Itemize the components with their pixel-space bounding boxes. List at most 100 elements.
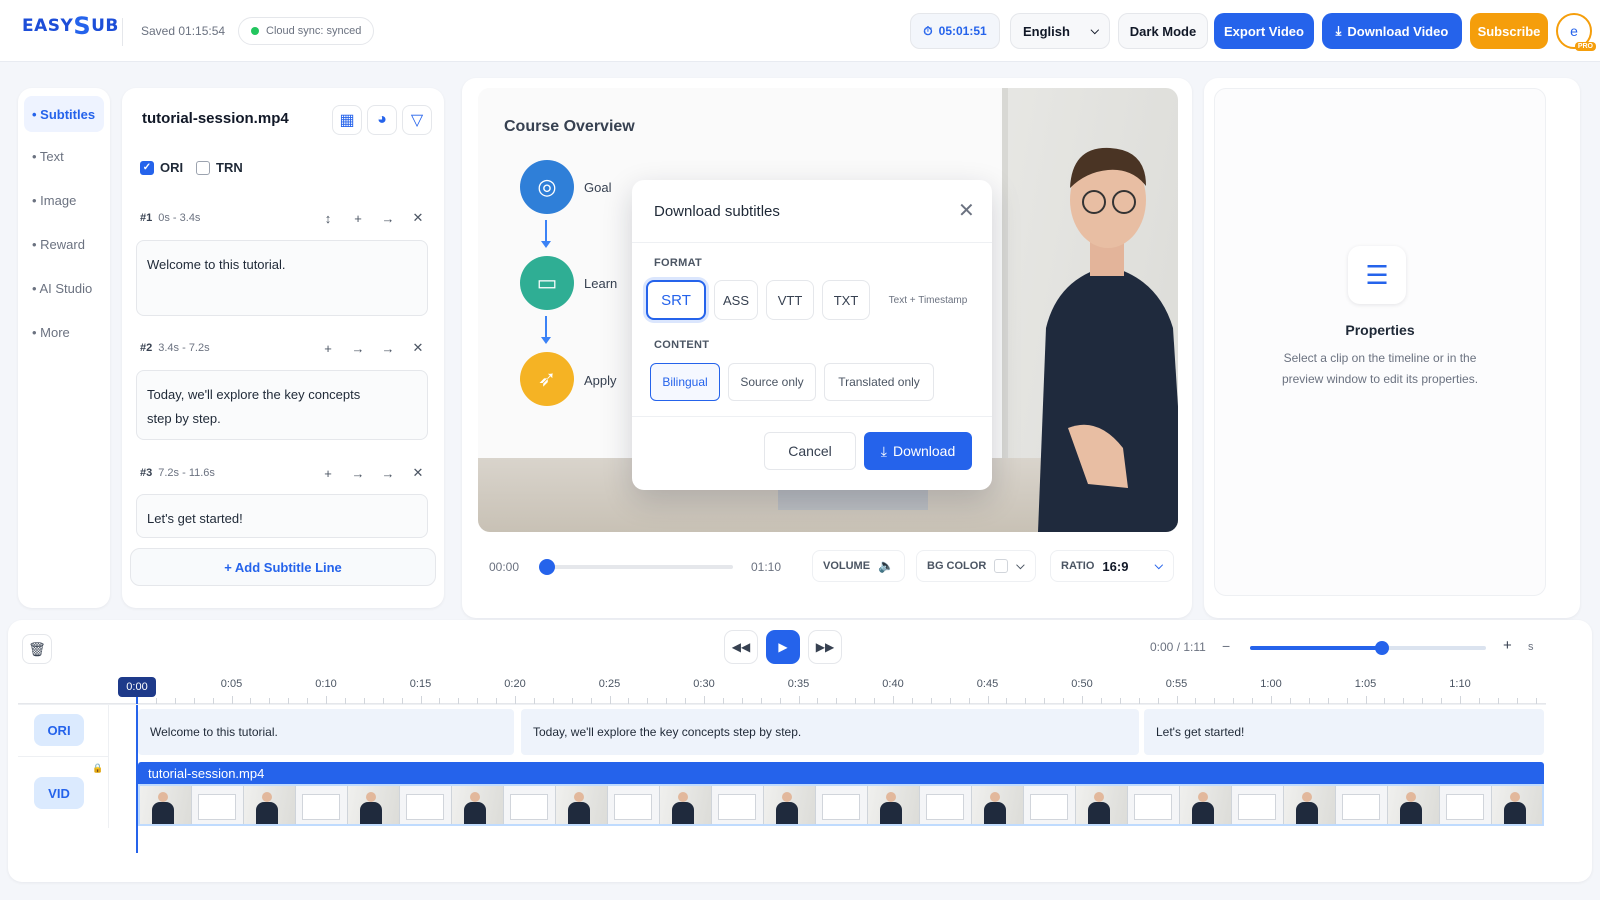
video-thumbnails[interactable] — [138, 784, 1544, 826]
step-label: Goal — [584, 180, 612, 195]
arrow-right-icon[interactable]: → — [376, 206, 400, 230]
move-icon[interactable]: ↕ — [316, 206, 340, 230]
chevron-down-icon: ⌵ — [1154, 559, 1163, 572]
content-translated-only[interactable]: Translated only — [824, 363, 934, 401]
track-label-column — [108, 704, 109, 828]
seek-slider[interactable] — [539, 559, 733, 575]
arrow-right-icon[interactable]: → — [346, 461, 370, 485]
arrow-right-icon[interactable]: → — [376, 461, 400, 485]
subtitle-segment[interactable]: Today, we'll explore the key concepts st… — [521, 709, 1139, 755]
rewind-button[interactable]: ◀◀ — [724, 630, 758, 664]
ruler-tick — [1176, 696, 1178, 704]
subtitle-text-field[interactable]: Let's get started! — [136, 494, 428, 538]
easysub-logo[interactable]: EASYSUB — [22, 14, 119, 38]
line-number: #3 — [140, 467, 153, 479]
user-avatar[interactable]: e PRO — [1556, 13, 1596, 51]
track-divider — [18, 756, 108, 757]
trn-checkbox[interactable]: TRN — [196, 160, 243, 175]
ruler-tick — [420, 696, 422, 704]
ratio-control[interactable]: RATIO 16:9 ⌵ — [1050, 550, 1174, 582]
palette-icon[interactable]: ◕ — [367, 105, 397, 135]
format-vtt[interactable]: VTT — [766, 280, 814, 320]
subtitle-text-field[interactable]: Today, we'll explore the key concepts st… — [136, 370, 428, 440]
subtitle-segment[interactable]: Welcome to this tutorial. — [138, 709, 514, 755]
ruler-tick — [798, 696, 800, 704]
bg-color-label: BG COLOR — [927, 560, 987, 572]
content-bilingual[interactable]: Bilingual — [650, 363, 720, 401]
subtitle-text-field[interactable]: Welcome to this tutorial. — [136, 240, 428, 316]
video-thumbnail — [1492, 786, 1542, 824]
video-clip[interactable]: tutorial-session.mp4 — [138, 762, 1544, 784]
download-subtitles-dialog: Download subtitles ✕ FORMAT SRT ASS VTT … — [632, 180, 992, 490]
speaker-icon[interactable]: 🔈 — [878, 558, 894, 574]
video-thumbnail — [660, 786, 712, 824]
seek-knob[interactable] — [539, 559, 555, 575]
color-swatch[interactable] — [994, 559, 1009, 573]
close-icon[interactable]: ✕ — [958, 198, 975, 223]
close-icon[interactable]: ✕ — [406, 206, 430, 230]
download-icon: ⤓ — [1335, 23, 1342, 38]
slide-title: Course Overview — [504, 118, 635, 135]
video-thumbnail — [920, 786, 972, 824]
trash-icon[interactable]: 🗑 — [22, 634, 52, 664]
zoom-out-button[interactable]: − — [1222, 638, 1230, 654]
plus-icon[interactable]: + — [346, 206, 370, 230]
play-button[interactable]: ▶ — [766, 630, 800, 664]
track-label-vid[interactable]: VID — [34, 777, 84, 809]
format-text-timestamp[interactable]: Text + Timestamp — [878, 280, 978, 320]
cancel-button[interactable]: Cancel — [764, 432, 856, 470]
session-timer[interactable]: ⏱ 05:01:51 — [910, 13, 1000, 49]
plus-icon[interactable]: + — [316, 336, 340, 360]
time-ruler[interactable] — [18, 676, 1546, 704]
ruler-tick-label: 1:05 — [1354, 678, 1377, 690]
volume-control[interactable]: VOLUME 🔈 — [812, 550, 906, 582]
ruler-tick — [1271, 696, 1272, 704]
video-thumbnail — [1076, 786, 1128, 824]
grid-icon[interactable]: ▦ — [332, 105, 362, 135]
line-time: 7.2s - 11.6s — [158, 467, 215, 479]
subscribe-button[interactable]: Subscribe — [1470, 13, 1548, 49]
nav-item-ai-studio[interactable]: • AI Studio — [24, 270, 104, 306]
download-button[interactable]: ⤓ Download — [864, 432, 972, 470]
arrow-right-icon[interactable]: → — [346, 336, 370, 360]
ruler-tick-label: 0:15 — [409, 678, 432, 690]
playhead[interactable]: 0:00 — [118, 677, 156, 697]
subtitle-segment[interactable]: Let's get started! — [1144, 709, 1544, 755]
dark-mode-button[interactable]: Dark Mode — [1118, 13, 1208, 49]
bg-color-control[interactable]: BG COLOR ⌵ — [916, 550, 1036, 582]
content-source-only[interactable]: Source only — [728, 363, 816, 401]
lock-icon[interactable]: 🔒 — [92, 763, 103, 774]
nav-item-more[interactable]: • More — [24, 314, 104, 350]
sliders-icon: ☰ — [1348, 246, 1406, 304]
nav-item-text[interactable]: • Text — [24, 138, 104, 174]
format-srt[interactable]: SRT — [646, 280, 706, 320]
add-subtitle-line-button[interactable]: + Add Subtitle Line — [130, 548, 436, 586]
close-icon[interactable]: ✕ — [406, 336, 430, 360]
forward-button[interactable]: ▶▶ — [808, 630, 842, 664]
language-select[interactable]: English ⌵ — [1010, 13, 1110, 49]
zoom-slider[interactable] — [1250, 641, 1486, 655]
export-video-button[interactable]: Export Video — [1214, 13, 1314, 49]
nav-item-image[interactable]: • Image — [24, 182, 104, 218]
ratio-label: RATIO — [1061, 560, 1095, 572]
ori-checkbox[interactable]: ✓ ORI — [140, 160, 183, 175]
arrow-right-icon[interactable]: → — [376, 336, 400, 360]
fast-forward-icon: ▶▶ — [815, 640, 835, 654]
plus-icon[interactable]: + — [316, 461, 340, 485]
ruler-tick-label: 0:55 — [1165, 678, 1188, 690]
filter-icon[interactable]: ▽ — [402, 105, 432, 135]
ruler-tick-label: 1:10 — [1449, 678, 1471, 690]
cloud-sync-badge: Cloud sync: synced — [238, 17, 375, 45]
format-ass[interactable]: ASS — [714, 280, 758, 320]
clock-icon: ⏱ — [923, 23, 933, 38]
track-label-ori[interactable]: ORI — [34, 714, 84, 746]
close-icon[interactable]: ✕ — [406, 461, 430, 485]
zoom-in-button[interactable]: + — [1503, 637, 1512, 654]
nav-item-reward[interactable]: • Reward — [24, 226, 104, 262]
format-txt[interactable]: TXT — [822, 280, 870, 320]
video-thumbnail — [1024, 786, 1076, 824]
download-video-button[interactable]: ⤓ Download Video — [1322, 13, 1462, 49]
pro-badge: PRO — [1574, 42, 1596, 51]
rocket-icon: ➶ — [520, 352, 574, 406]
nav-item-subtitles[interactable]: • Subtitles — [24, 96, 104, 132]
